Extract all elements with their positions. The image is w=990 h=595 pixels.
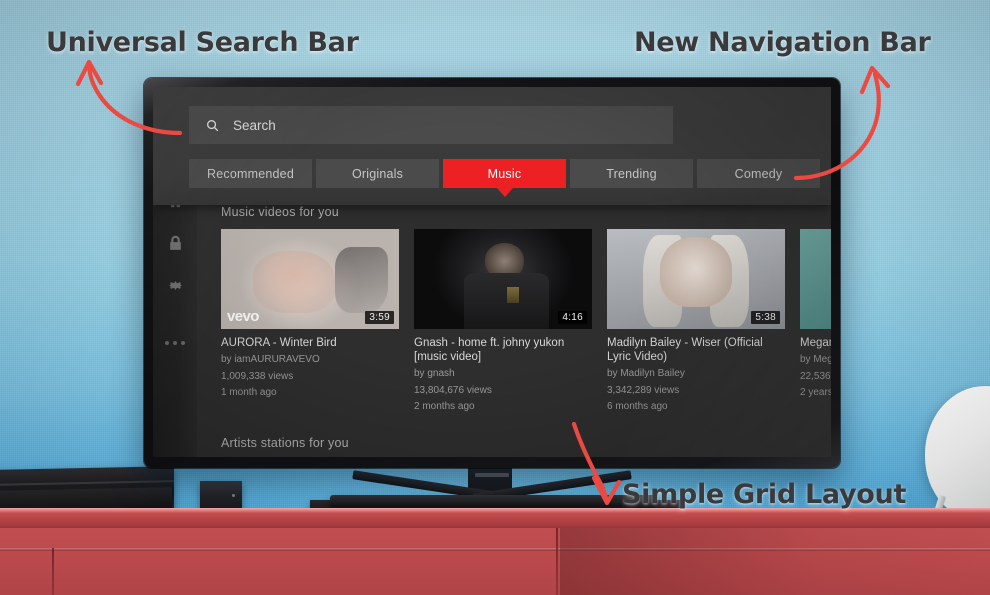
video-title: Madilyn Bailey - Wiser (Official Lyric V… [607, 337, 763, 363]
duration-badge: 5:38 [751, 311, 780, 324]
video-views: 1,009,338 views [221, 370, 294, 382]
navigation-panel: Search Recommended Originals Music Trend… [153, 87, 831, 205]
video-thumbnail[interactable]: 4:16 [414, 229, 592, 329]
video-card[interactable]: Megan Nicol (YouTube Mu by Megan Nico 22… [800, 229, 831, 414]
video-row: vevo 3:59 AURORA - Winter Bird by iamAUR… [197, 219, 831, 414]
annotation-new-navigation-bar: New Navigation Bar [634, 27, 931, 58]
annotation-universal-search-bar: Universal Search Bar [46, 27, 359, 58]
tv-brand-logo [475, 473, 509, 477]
video-views: 3,342,289 views [607, 384, 680, 396]
section-music-videos: Music videos for you vevo 3:59 AURORA - … [197, 197, 831, 414]
section-title: Artists stations for you [221, 435, 349, 450]
console-table-seam [556, 528, 558, 595]
tab-music[interactable]: Music [443, 159, 566, 188]
duration-badge: 3:59 [365, 311, 394, 324]
video-title: AURORA - Winter Bird [221, 337, 337, 349]
video-thumbnail[interactable]: vevo 3:59 [221, 229, 399, 329]
tv-screen: Music videos for you vevo 3:59 AURORA - … [153, 87, 831, 457]
video-thumbnail[interactable] [800, 229, 831, 329]
annotation-simple-grid-layout: Simple Grid Layout [622, 479, 907, 510]
video-age: 6 months ago [607, 401, 668, 412]
video-channel: by gnash [414, 368, 455, 379]
console-table-seam-left [52, 548, 54, 595]
video-age: 2 months ago [414, 401, 475, 412]
video-title: Megan Nicol (YouTube Mu [800, 337, 831, 349]
tab-comedy[interactable]: Comedy [697, 159, 820, 188]
tv-stand-base [330, 495, 656, 507]
search-placeholder: Search [233, 117, 276, 133]
duration-badge: 4:16 [558, 311, 587, 324]
station-row [197, 450, 831, 458]
video-channel: by iamAURURAVEVO [221, 354, 320, 365]
room-scene: Music videos for you vevo 3:59 AURORA - … [0, 0, 990, 595]
tab-trending[interactable]: Trending [570, 159, 693, 188]
video-channel: by Megan Nico [800, 354, 831, 365]
video-title: Gnash - home ft. johny yukon [music vide… [414, 337, 565, 363]
tab-originals[interactable]: Originals [316, 159, 439, 188]
video-views: 22,536,400 vie [800, 370, 831, 382]
video-channel: by Madilyn Bailey [607, 368, 685, 379]
section-artists-stations: Artists stations for you [197, 428, 831, 458]
television: Music videos for you vevo 3:59 AURORA - … [144, 78, 840, 477]
tab-recommended[interactable]: Recommended [189, 159, 312, 188]
video-age: 2 years ago [800, 387, 831, 398]
vevo-badge: vevo [227, 308, 259, 325]
video-card[interactable]: 4:16 Gnash - home ft. johny yukon [music… [414, 229, 592, 414]
gear-icon[interactable] [167, 277, 184, 294]
more-dots-icon[interactable] [165, 341, 185, 345]
tab-bar: Recommended Originals Music Trending Com… [189, 159, 820, 188]
video-card[interactable]: 5:38 Madilyn Bailey - Wiser (Official Ly… [607, 229, 785, 414]
youtube-tv-app: Music videos for you vevo 3:59 AURORA - … [153, 87, 831, 457]
console-table-shadow [560, 528, 990, 595]
search-icon [205, 118, 220, 133]
video-age: 1 month ago [221, 387, 277, 398]
video-card[interactable]: vevo 3:59 AURORA - Winter Bird by iamAUR… [221, 229, 399, 414]
search-input[interactable]: Search [189, 106, 673, 144]
video-views: 13,804,676 views [414, 384, 492, 396]
lock-icon[interactable] [167, 235, 184, 252]
video-thumbnail[interactable]: 5:38 [607, 229, 785, 329]
